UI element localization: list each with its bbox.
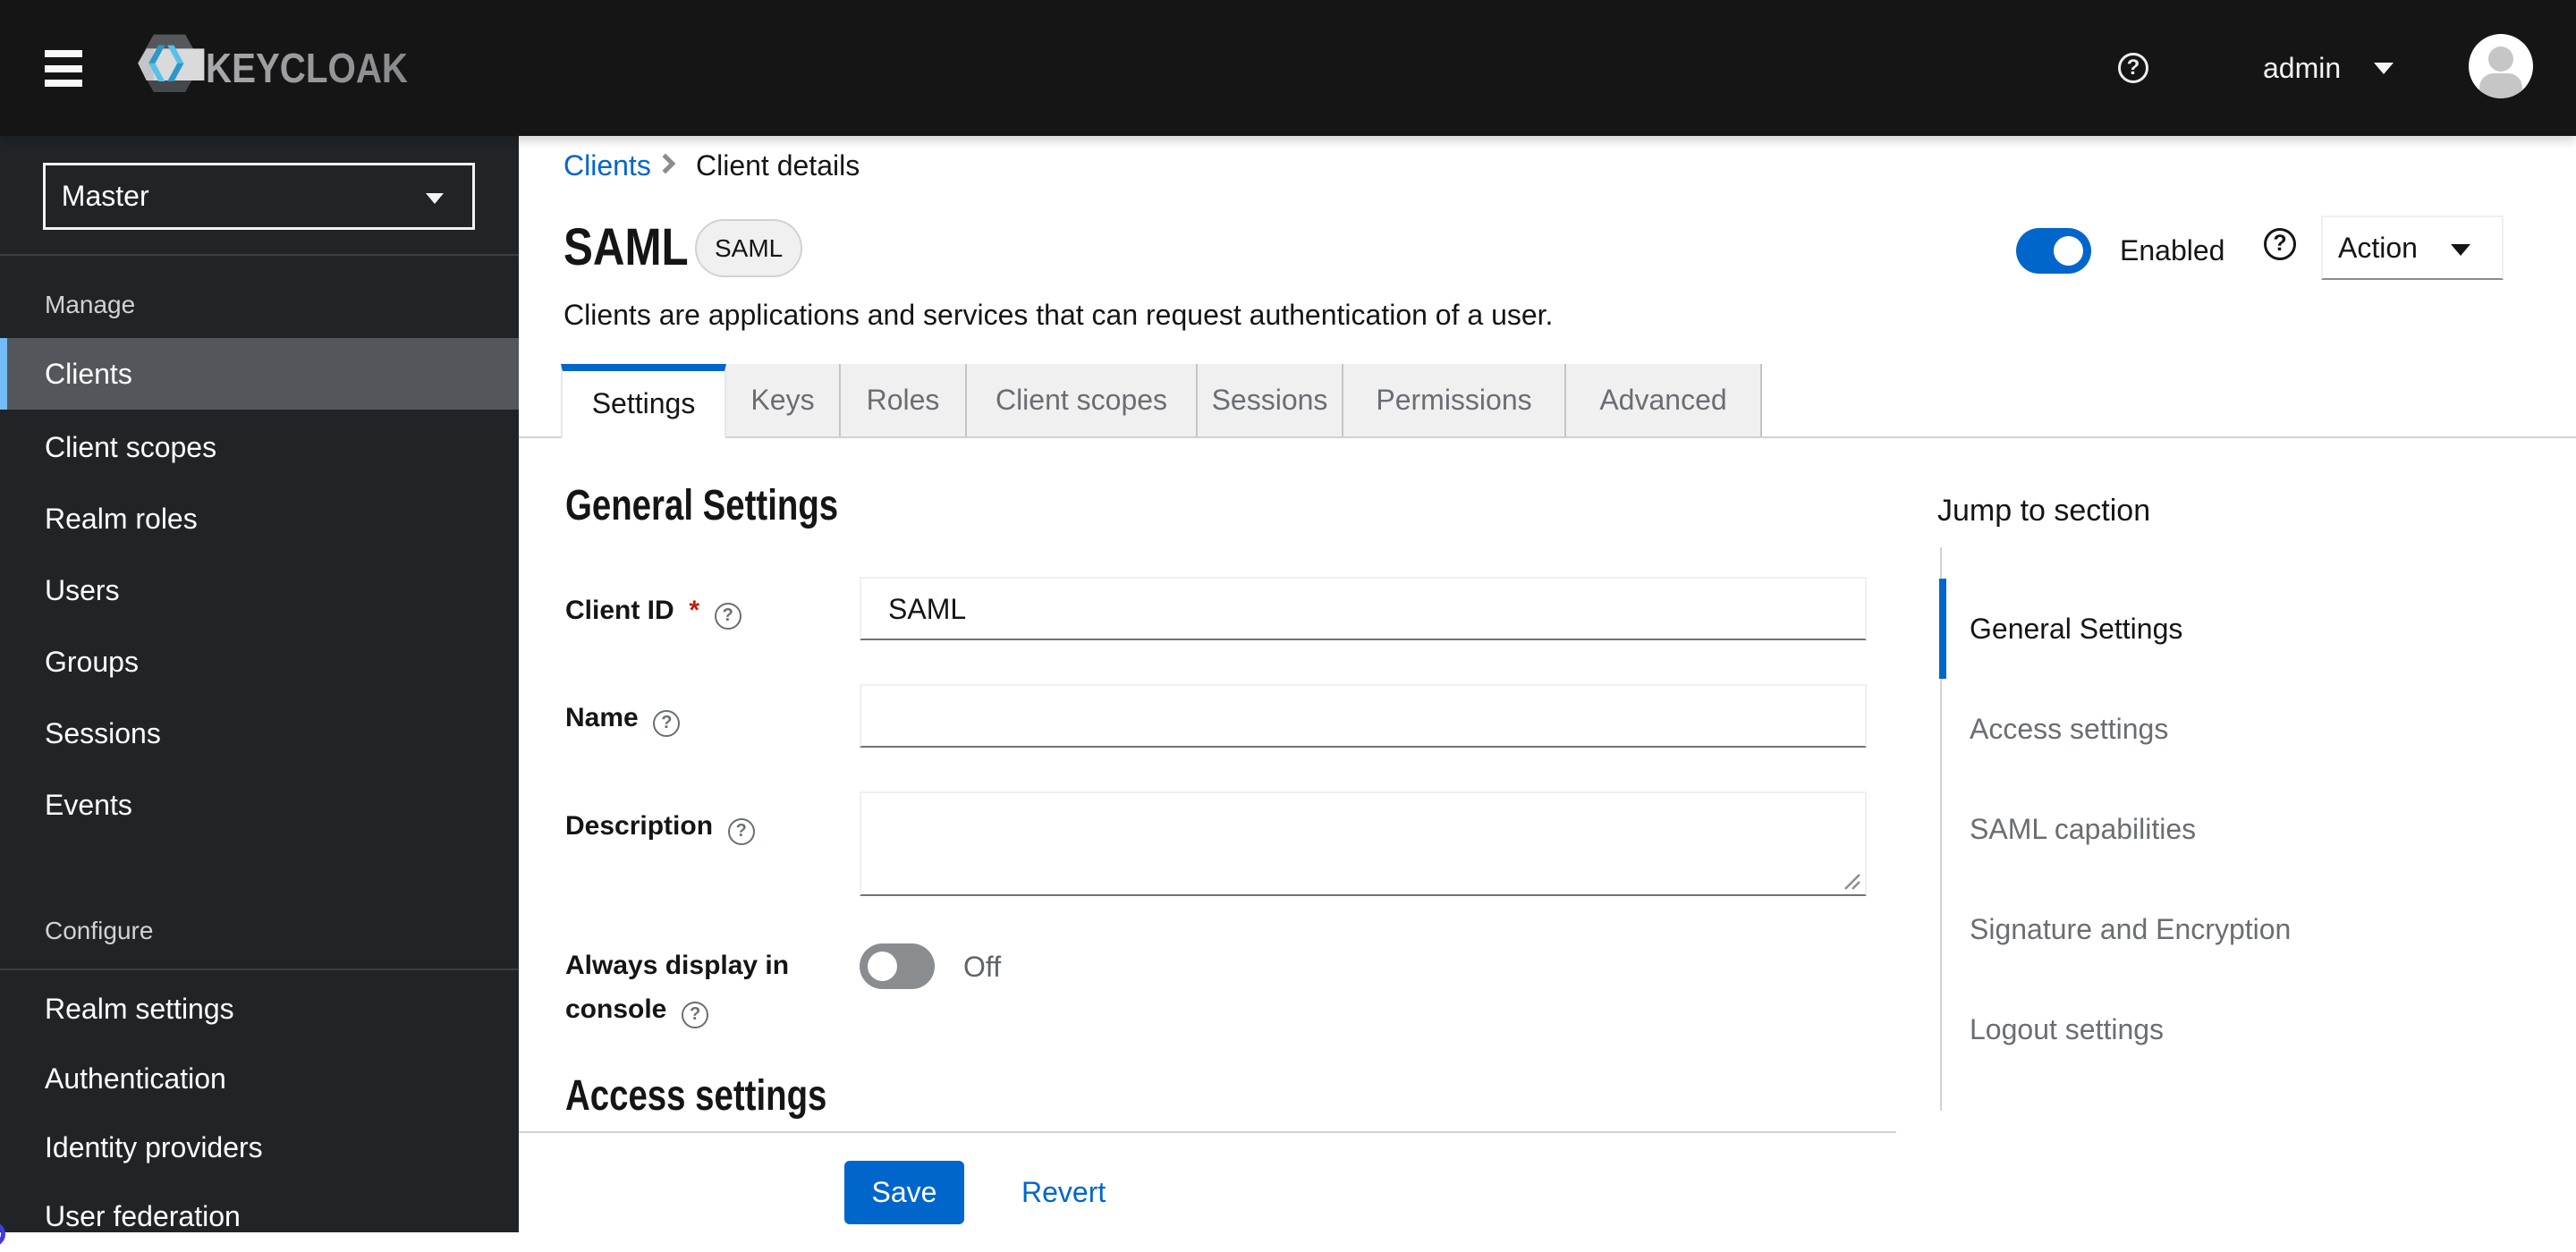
svg-text:KEYCLOAK: KEYCLOAK bbox=[206, 45, 408, 91]
